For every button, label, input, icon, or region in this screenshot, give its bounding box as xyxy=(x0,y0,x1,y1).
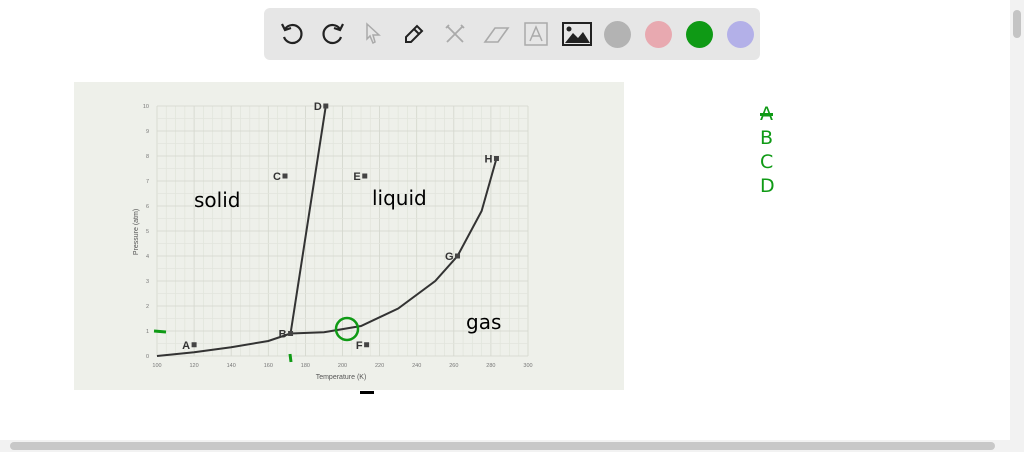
phase-boundary-vaporization-curve xyxy=(290,158,498,335)
x-tick-label: 300 xyxy=(523,363,532,369)
x-tick-label: 240 xyxy=(412,363,421,369)
point-marker-E xyxy=(362,173,368,179)
green-tick-mark xyxy=(288,353,293,363)
answer-a-crossed: A xyxy=(760,103,773,125)
answer-c: C xyxy=(760,151,774,173)
select-pointer-icon[interactable] xyxy=(354,14,394,54)
image-icon[interactable] xyxy=(557,14,597,54)
point-marker-D xyxy=(323,103,329,109)
tools-icon[interactable] xyxy=(435,14,475,54)
x-tick-label: 140 xyxy=(227,363,236,369)
color-pink[interactable] xyxy=(639,14,679,54)
point-label-F: F xyxy=(356,340,363,352)
point-label-H: H xyxy=(485,154,493,166)
y-axis-label: Pressure (atm) xyxy=(133,209,140,255)
x-tick-label: 120 xyxy=(190,363,199,369)
phase-diagram-chart: 100 120 140 160 180 200 220 240 260 280 300 0 1 2 3 4 5 6… xyxy=(133,101,533,381)
answer-b: B xyxy=(760,127,774,149)
color-lavender[interactable] xyxy=(720,14,760,54)
horizontal-scrollbar[interactable] xyxy=(0,440,1010,452)
point-marker-B xyxy=(288,331,294,336)
answer-list: A B C D xyxy=(760,102,775,198)
solid-label: solid xyxy=(194,188,241,212)
text-tool-icon[interactable] xyxy=(517,14,557,54)
y-tick-label: 5 xyxy=(146,229,149,235)
point-marker-H xyxy=(493,156,499,161)
point-label-B: B xyxy=(279,329,287,341)
liquid-label: liquid xyxy=(372,186,427,210)
color-gray[interactable] xyxy=(598,14,638,54)
phase-diagram-photo: 100 120 140 160 180 200 220 240 260 280 300 0 1 2 3 4 5 6… xyxy=(74,82,624,390)
y-tick-label: 2 xyxy=(146,304,149,310)
x-tick-label: 280 xyxy=(486,363,495,369)
point-marker-C xyxy=(282,173,288,179)
point-marker-A xyxy=(191,342,197,348)
y-tick-label: 6 xyxy=(146,204,149,210)
undo-icon[interactable] xyxy=(272,14,312,54)
y-tick-label: 4 xyxy=(146,254,149,260)
color-green[interactable] xyxy=(680,14,720,54)
vertical-scrollbar[interactable] xyxy=(1010,0,1024,452)
y-tick-label: 9 xyxy=(146,129,149,135)
phase-boundary-sublimation-curve xyxy=(156,332,291,357)
x-tick-label: 200 xyxy=(338,363,347,369)
eraser-icon[interactable] xyxy=(476,14,516,54)
x-tick-label: 160 xyxy=(264,363,273,369)
x-tick-label: 100 xyxy=(152,363,161,369)
horizontal-scroll-thumb[interactable] xyxy=(10,442,995,450)
vertical-scroll-thumb[interactable] xyxy=(1013,10,1021,38)
answer-d: D xyxy=(760,175,775,197)
pen-icon[interactable] xyxy=(394,14,434,54)
y-tick-label: 10 xyxy=(143,104,149,110)
point-label-G: G xyxy=(445,251,454,263)
y-tick-label: 0 xyxy=(146,354,149,360)
y-tick-label: 7 xyxy=(146,179,149,185)
y-tick-label: 3 xyxy=(146,279,149,285)
x-axis-label: Temperature (K) xyxy=(316,374,367,381)
green-tick-mark xyxy=(153,329,167,334)
pen-stroke xyxy=(360,391,374,394)
point-marker-G xyxy=(455,253,461,259)
y-tick-label: 1 xyxy=(146,329,149,335)
y-tick-label: 8 xyxy=(146,154,149,160)
point-label-A: A xyxy=(182,340,190,352)
gas-label: gas xyxy=(466,310,502,334)
x-tick-label: 180 xyxy=(301,363,310,369)
drawing-toolbar xyxy=(264,8,760,60)
redo-icon[interactable] xyxy=(313,14,353,54)
x-tick-label: 220 xyxy=(375,363,384,369)
point-marker-F xyxy=(364,342,370,348)
point-label-D: D xyxy=(314,101,322,113)
point-label-E: E xyxy=(353,171,360,183)
x-tick-label: 260 xyxy=(449,363,458,369)
point-label-C: C xyxy=(273,171,281,183)
